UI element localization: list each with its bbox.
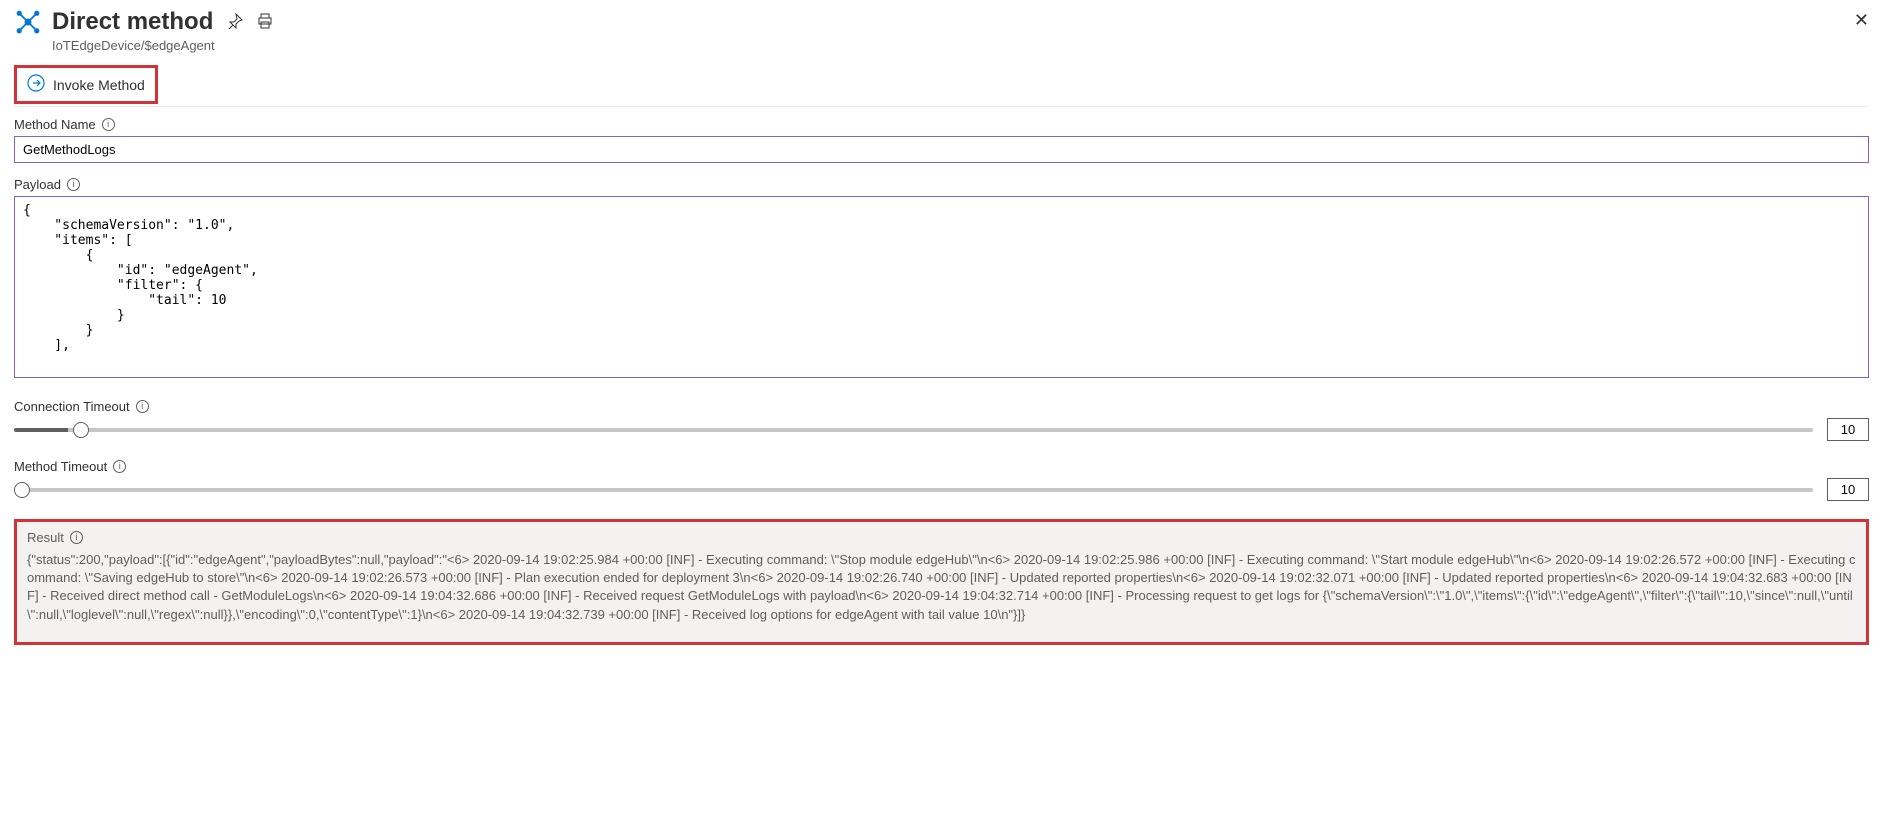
result-panel: Result i {"status":200,"payload":[{"id":… <box>14 519 1869 645</box>
info-icon[interactable]: i <box>113 460 126 473</box>
payload-label-row: Payload i <box>14 177 1869 192</box>
info-icon[interactable]: i <box>136 400 149 413</box>
close-icon[interactable]: ✕ <box>1854 10 1869 31</box>
connection-timeout-slider[interactable] <box>14 428 1813 432</box>
direct-method-icon <box>14 8 42 39</box>
method-name-label-row: Method Name i <box>14 117 1869 132</box>
invoke-method-button[interactable]: Invoke Method <box>14 65 158 104</box>
print-icon[interactable] <box>257 13 273 32</box>
result-label: Result <box>27 530 64 545</box>
page-header: Direct method IoTEdgeDevice/$edgeAgent ✕ <box>14 8 1869 53</box>
result-content: {"status":200,"payload":[{"id":"edgeAgen… <box>27 551 1856 624</box>
page-title: Direct method <box>52 8 213 36</box>
method-timeout-slider[interactable] <box>14 488 1813 492</box>
connection-timeout-label: Connection Timeout <box>14 399 130 414</box>
breadcrumb: IoTEdgeDevice/$edgeAgent <box>52 38 273 53</box>
info-icon[interactable]: i <box>70 531 83 544</box>
payload-label: Payload <box>14 177 61 192</box>
method-name-label: Method Name <box>14 117 96 132</box>
info-icon[interactable]: i <box>67 178 80 191</box>
method-name-input[interactable] <box>14 136 1869 163</box>
payload-textarea[interactable] <box>14 196 1869 378</box>
connection-timeout-label-row: Connection Timeout i <box>14 399 1869 414</box>
invoke-method-label: Invoke Method <box>53 77 145 93</box>
toolbar: Invoke Method <box>14 65 1869 107</box>
invoke-arrow-icon <box>27 74 45 95</box>
method-timeout-value[interactable] <box>1827 478 1869 501</box>
method-timeout-label: Method Timeout <box>14 459 107 474</box>
pin-icon[interactable] <box>227 13 243 32</box>
info-icon[interactable]: i <box>102 118 115 131</box>
method-timeout-label-row: Method Timeout i <box>14 459 1869 474</box>
connection-timeout-value[interactable] <box>1827 418 1869 441</box>
